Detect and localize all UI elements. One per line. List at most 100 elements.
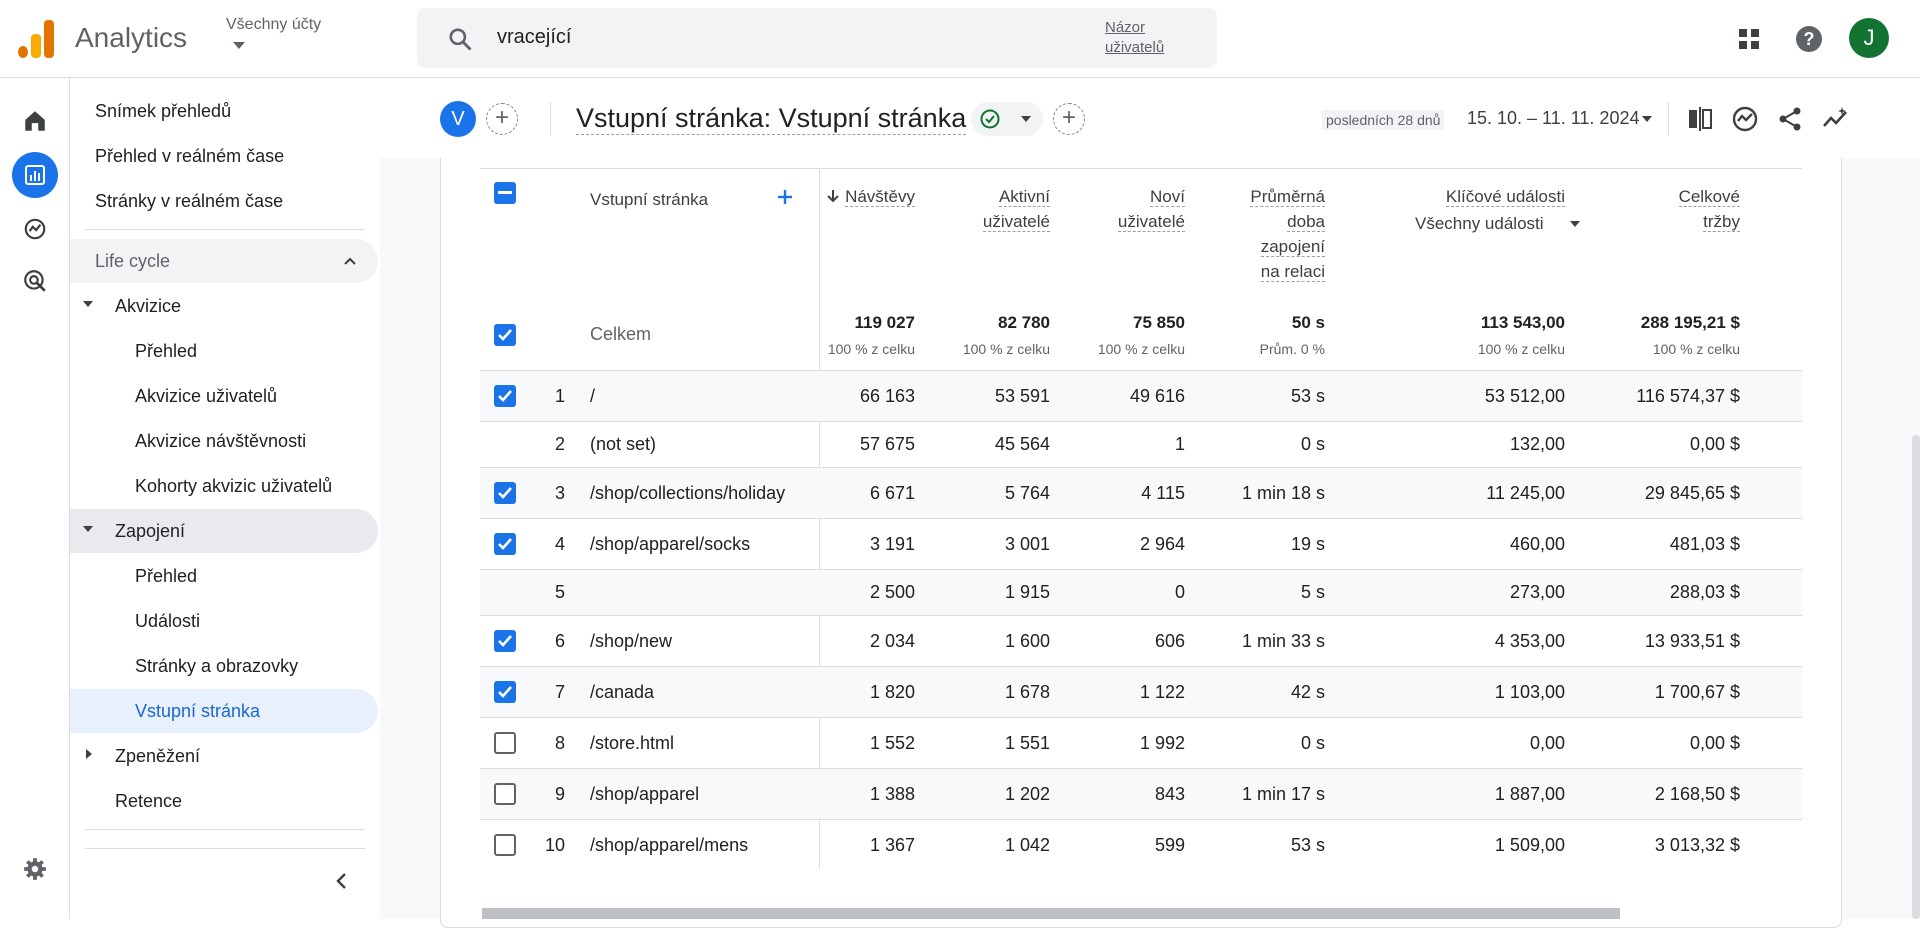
column-header-new-users[interactable]: Noví uživatelé bbox=[1075, 184, 1185, 234]
horizontal-scrollbar[interactable] bbox=[482, 908, 1620, 919]
table-row[interactable]: 8 /store.html 1 552 1 551 1 992 0 s 0,00… bbox=[480, 717, 1802, 768]
add-comparison-button[interactable]: + bbox=[486, 103, 518, 135]
caret-down-icon[interactable] bbox=[83, 526, 93, 532]
add-dimension-icon[interactable] bbox=[775, 187, 795, 207]
chevron-up-icon[interactable] bbox=[342, 253, 358, 269]
total-avg-engagement: 50 s bbox=[1291, 313, 1325, 332]
caret-down-icon[interactable] bbox=[1642, 116, 1652, 122]
caret-down-icon[interactable] bbox=[83, 301, 93, 307]
sidebar-item-user-acquisition[interactable]: Akvizice uživatelů bbox=[135, 374, 277, 418]
total-avg-engagement-share: Prům. 0 % bbox=[1259, 341, 1325, 357]
account-selector[interactable]: Všechny účty bbox=[226, 16, 321, 34]
sidebar-item-snapshot[interactable]: Snímek přehledů bbox=[95, 89, 231, 133]
search-bar[interactable]: vracející Názor uživatelů bbox=[417, 8, 1217, 68]
add-filter-button[interactable]: + bbox=[1053, 103, 1085, 135]
row-landing-page-link[interactable]: /shop/apparel/socks bbox=[590, 534, 750, 555]
row-landing-page-link[interactable]: /canada bbox=[590, 682, 654, 703]
caret-down-icon[interactable] bbox=[1570, 221, 1580, 227]
row-checkbox[interactable] bbox=[494, 834, 516, 856]
table-row[interactable]: 2 (not set) 57 675 45 564 1 0 s 132,00 0… bbox=[480, 421, 1802, 467]
row-checkbox[interactable] bbox=[494, 482, 516, 504]
feedback-link[interactable]: Názor uživatelů bbox=[1105, 18, 1185, 58]
table-row[interactable]: 6 /shop/new 2 034 1 600 606 1 min 33 s 4… bbox=[480, 615, 1802, 666]
avatar[interactable]: J bbox=[1849, 18, 1889, 58]
search-input[interactable]: vracející bbox=[497, 26, 571, 49]
sidebar-item-retention[interactable]: Retence bbox=[115, 779, 182, 823]
sidebar-item-pages-screens[interactable]: Stránky a obrazovky bbox=[135, 644, 298, 688]
row-landing-page-link[interactable]: /shop/new bbox=[590, 631, 672, 652]
row-checkbox[interactable] bbox=[494, 681, 516, 703]
cell-new-users: 0 bbox=[1174, 582, 1185, 602]
sidebar-item-landing-page[interactable]: Vstupní stránka bbox=[135, 689, 260, 733]
sidebar-item-monetization[interactable]: Zpeněžení bbox=[115, 734, 200, 778]
cell-key-events: 53 512,00 bbox=[1484, 386, 1565, 406]
sidebar-item-acquisition-cohorts[interactable]: Kohorty akvizic uživatelů bbox=[135, 464, 332, 508]
settings-gear-icon[interactable] bbox=[12, 846, 58, 892]
home-icon[interactable] bbox=[12, 98, 58, 144]
total-active-users: 82 780 bbox=[998, 313, 1050, 332]
row-checkbox[interactable] bbox=[494, 385, 516, 407]
totals-checkbox[interactable] bbox=[494, 324, 516, 346]
table-row[interactable]: 4 /shop/apparel/socks 3 191 3 001 2 964 … bbox=[480, 518, 1802, 569]
sidebar-item-akvizice[interactable]: Akvizice bbox=[115, 284, 181, 328]
divider bbox=[550, 102, 551, 136]
sidebar-item-events[interactable]: Události bbox=[135, 599, 200, 643]
date-range-selector[interactable]: 15. 10. – 11. 11. 2024 bbox=[1467, 108, 1639, 129]
explore-icon[interactable] bbox=[12, 206, 58, 252]
analytics-logo-icon[interactable] bbox=[18, 20, 54, 58]
row-landing-page-link[interactable]: /shop/apparel/mens bbox=[590, 835, 748, 856]
check-circle-icon bbox=[980, 109, 1000, 129]
apps-grid-icon[interactable] bbox=[1730, 20, 1768, 58]
table-row[interactable]: 5 2 500 1 915 0 5 s 273,00 288,03 $ bbox=[480, 569, 1802, 615]
chevron-down-icon[interactable] bbox=[233, 42, 245, 49]
table-row[interactable]: 10 /shop/apparel/mens 1 367 1 042 599 53… bbox=[480, 819, 1802, 870]
row-checkbox[interactable] bbox=[494, 732, 516, 754]
cell-revenue: 0,00 $ bbox=[1689, 733, 1740, 753]
row-checkbox[interactable] bbox=[494, 533, 516, 555]
cell-new-users: 4 115 bbox=[1141, 483, 1185, 503]
share-icon[interactable] bbox=[1775, 104, 1805, 134]
cell-new-users: 1 992 bbox=[1139, 733, 1185, 753]
column-header-sessions[interactable]: Návštěvy bbox=[820, 184, 915, 209]
row-landing-page-link[interactable]: (not set) bbox=[590, 434, 656, 455]
compare-icon[interactable] bbox=[1685, 104, 1715, 134]
advertising-icon[interactable] bbox=[12, 258, 58, 304]
row-landing-page-link[interactable]: /shop/apparel bbox=[590, 784, 699, 805]
column-label: Noví bbox=[1150, 187, 1185, 207]
table-row[interactable]: 3 /shop/collections/holiday 6 671 5 764 … bbox=[480, 467, 1802, 518]
row-landing-page-link[interactable]: /store.html bbox=[590, 733, 674, 754]
total-new-users-share: 100 % z celku bbox=[1097, 341, 1185, 357]
table-row[interactable]: 1 / 66 163 53 591 49 616 53 s 53 512,00 … bbox=[480, 370, 1802, 421]
reports-icon[interactable] bbox=[12, 152, 58, 198]
sidebar-item-zapojeni[interactable]: Zapojení bbox=[115, 509, 185, 553]
column-header-avg-engagement[interactable]: Průměrná doba zapojení na relaci bbox=[1190, 184, 1325, 284]
table-row[interactable]: 9 /shop/apparel 1 388 1 202 843 1 min 17… bbox=[480, 768, 1802, 819]
column-header-revenue[interactable]: Celkové tržby bbox=[1630, 184, 1740, 234]
collapse-sidebar-icon[interactable] bbox=[332, 871, 352, 891]
sidebar-item-akvizice-prehled[interactable]: Přehled bbox=[135, 329, 197, 373]
cell-avg-engagement: 53 s bbox=[1290, 835, 1325, 855]
sidebar-item-realtime[interactable]: Přehled v reálném čase bbox=[95, 134, 284, 178]
help-icon[interactable]: ? bbox=[1790, 20, 1828, 58]
segment-badge[interactable]: V bbox=[440, 101, 476, 137]
row-landing-page-link[interactable]: / bbox=[590, 386, 595, 407]
insights-icon[interactable] bbox=[1730, 104, 1760, 134]
total-revenue: 288 195,21 $ bbox=[1640, 313, 1740, 332]
sidebar-item-zapojeni-prehled[interactable]: Přehled bbox=[135, 554, 197, 598]
row-checkbox[interactable] bbox=[494, 630, 516, 652]
column-header-key-events[interactable]: Klíčové události bbox=[1380, 184, 1565, 209]
sidebar-item-traffic-acquisition[interactable]: Akvizice návštěvnosti bbox=[135, 419, 306, 463]
sidebar-item-realtime-pages[interactable]: Stránky v reálném čase bbox=[95, 179, 283, 223]
cell-key-events: 1 103,00 bbox=[1494, 682, 1565, 702]
trend-sparkle-icon[interactable] bbox=[1820, 104, 1850, 134]
caret-right-icon[interactable] bbox=[86, 749, 92, 759]
column-header-active-users[interactable]: Aktivní uživatelé bbox=[940, 184, 1050, 234]
row-checkbox[interactable] bbox=[494, 783, 516, 805]
status-dropdown[interactable] bbox=[971, 102, 1043, 136]
row-landing-page-link[interactable]: /shop/collections/holiday bbox=[590, 483, 785, 504]
dimension-header[interactable]: Vstupní stránka bbox=[590, 187, 708, 212]
select-all-checkbox[interactable] bbox=[494, 182, 516, 204]
key-events-filter-dropdown[interactable]: Všechny události bbox=[1415, 211, 1585, 236]
vertical-scrollbar[interactable] bbox=[1912, 435, 1920, 919]
table-row[interactable]: 7 /canada 1 820 1 678 1 122 42 s 1 103,0… bbox=[480, 666, 1802, 717]
